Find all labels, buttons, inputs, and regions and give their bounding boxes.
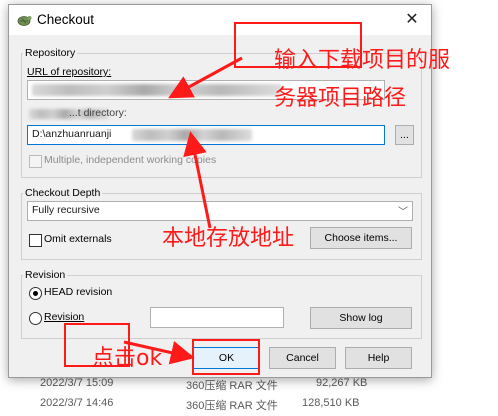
- annotation-arrow-ok: [123, 340, 195, 365]
- annotation-arrow-url: [168, 56, 243, 99]
- annotation-arrow-dir: [183, 131, 212, 229]
- annotation-arrows: [123, 56, 243, 365]
